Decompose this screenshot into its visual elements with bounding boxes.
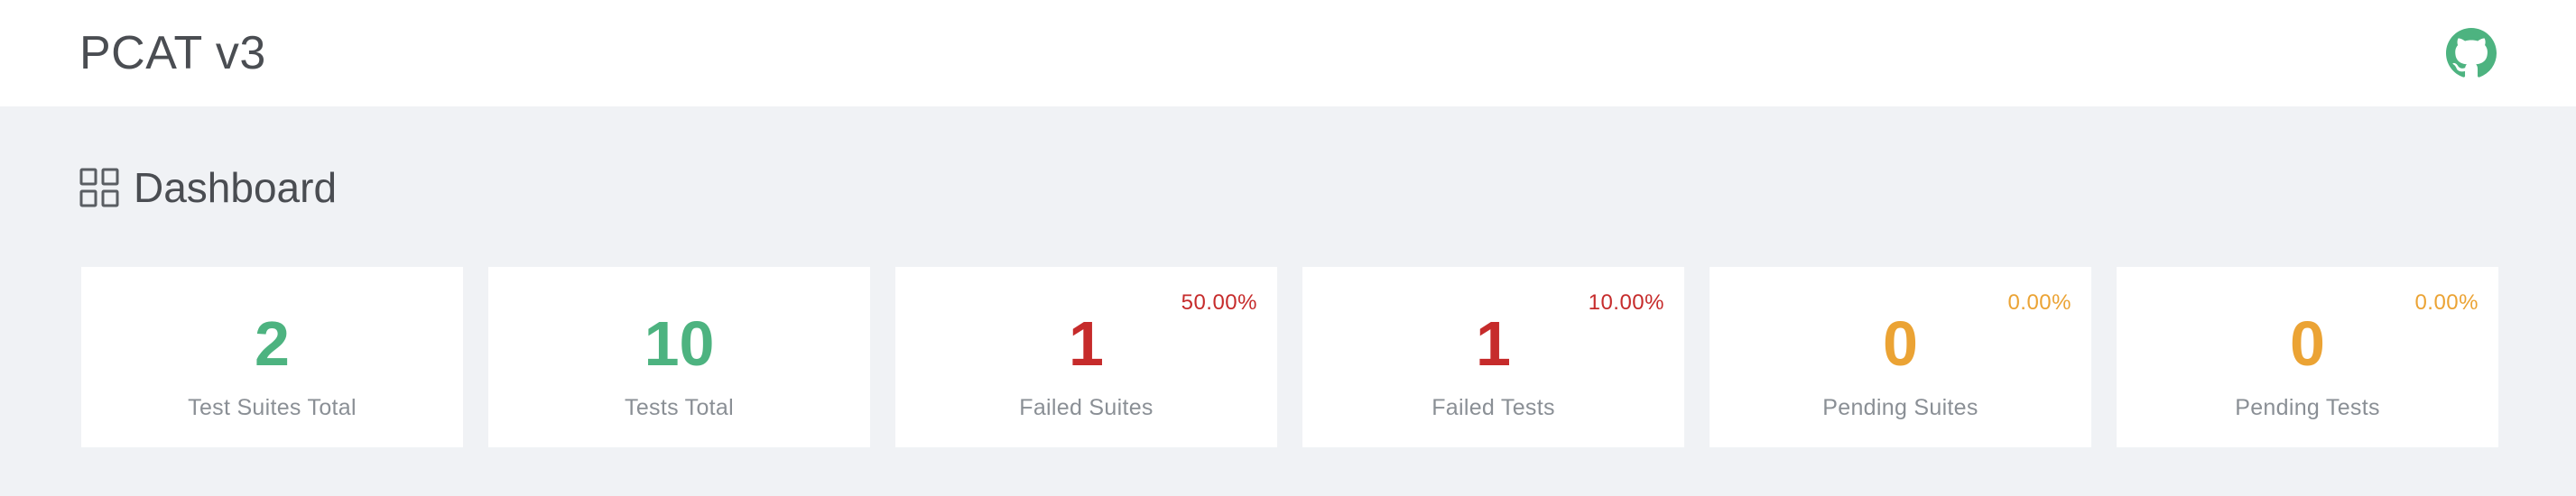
- stat-value: 1: [1069, 308, 1104, 379]
- stat-value: 10: [644, 308, 715, 379]
- stat-value: 0: [1883, 308, 1918, 379]
- grid-icon: [79, 168, 119, 207]
- stat-label: Tests Total: [625, 395, 734, 420]
- stat-value: 1: [1476, 308, 1511, 379]
- card-failed-suites[interactable]: 50.00% 1 Failed Suites: [895, 267, 1277, 447]
- stat-label: Pending Tests: [2235, 395, 2380, 420]
- stat-value: 2: [255, 308, 290, 379]
- stat-label: Failed Suites: [1019, 395, 1154, 420]
- stat-label: Failed Tests: [1432, 395, 1555, 420]
- stat-value: 0: [2290, 308, 2325, 379]
- stat-label: Test Suites Total: [188, 395, 357, 420]
- card-test-suites-total[interactable]: 2 Test Suites Total: [81, 267, 463, 447]
- dashboard-title: Dashboard: [134, 164, 338, 211]
- card-failed-tests[interactable]: 10.00% 1 Failed Tests: [1302, 267, 1684, 447]
- top-header: PCAT v3: [0, 0, 2576, 106]
- card-pending-tests[interactable]: 0.00% 0 Pending Tests: [2117, 267, 2498, 447]
- github-icon: [2446, 28, 2497, 78]
- app-title[interactable]: PCAT v3: [79, 26, 266, 80]
- card-tests-total[interactable]: 10 Tests Total: [488, 267, 870, 447]
- stats-cards: 2 Test Suites Total 10 Tests Total 50.00…: [81, 267, 2498, 447]
- dashboard-heading: Dashboard: [79, 159, 337, 216]
- stat-label: Pending Suites: [1822, 395, 1978, 420]
- github-link[interactable]: [2446, 28, 2497, 78]
- card-pending-suites[interactable]: 0.00% 0 Pending Suites: [1710, 267, 2091, 447]
